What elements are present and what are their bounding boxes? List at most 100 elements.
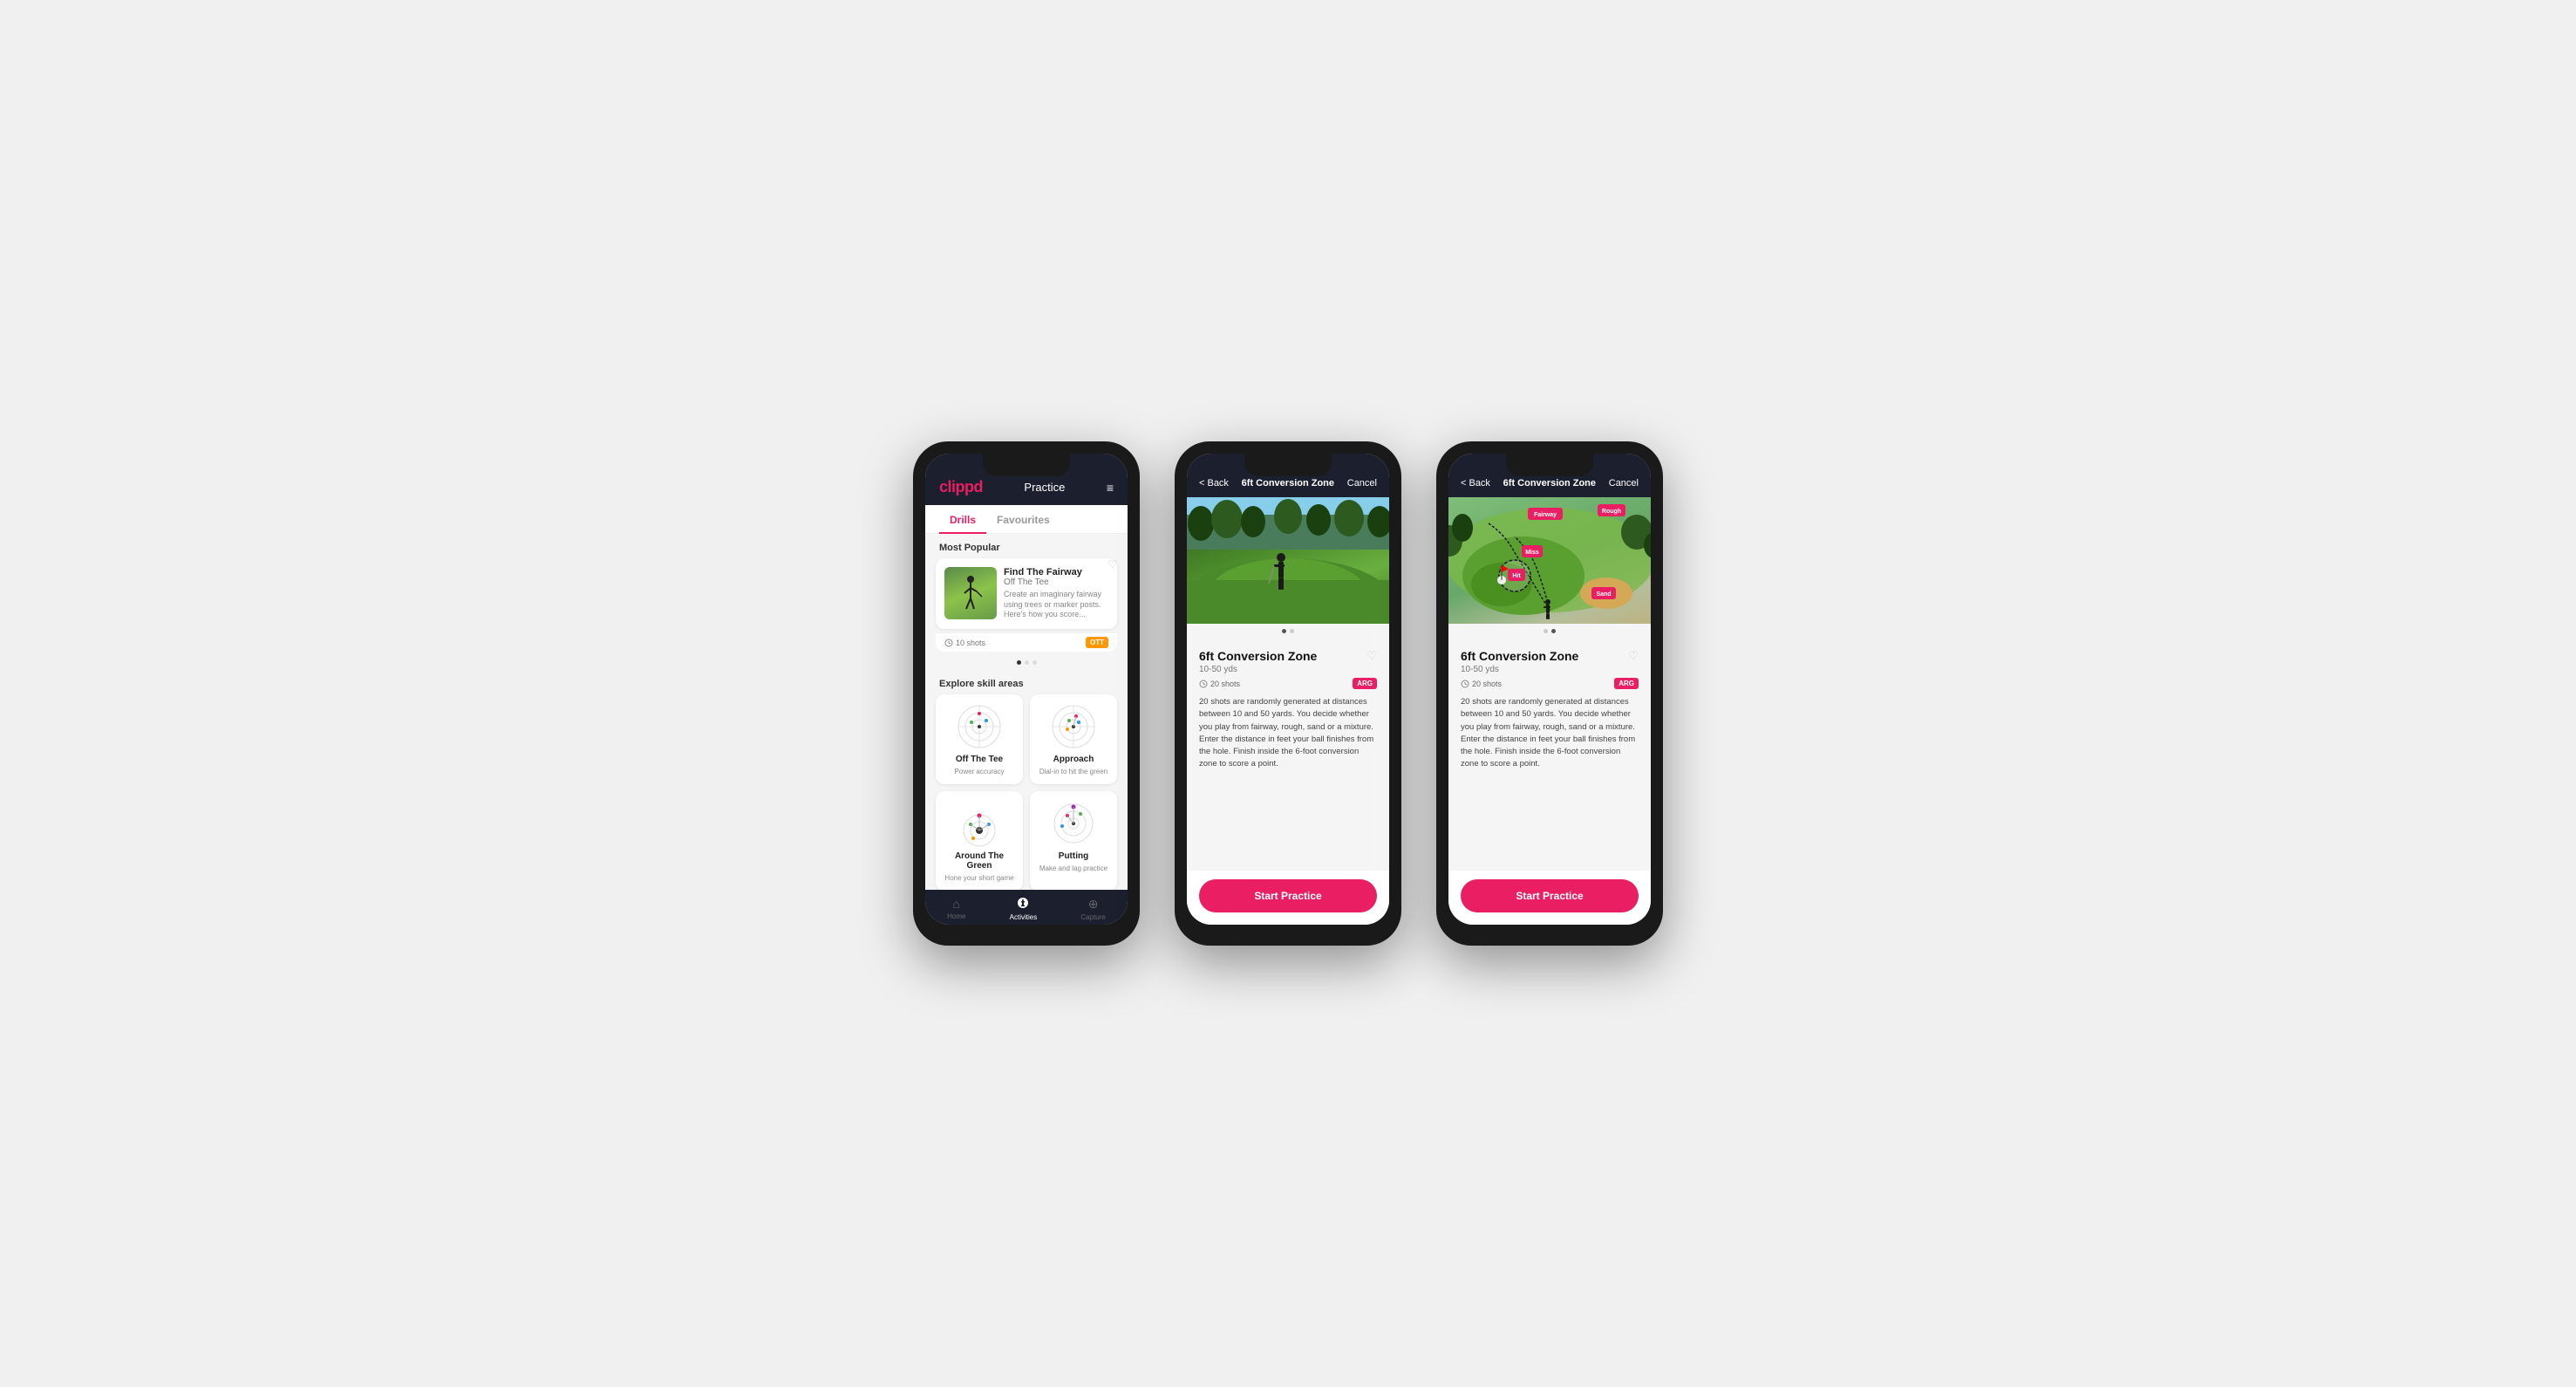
svg-text:Hit: Hit (1512, 573, 1521, 579)
drill-header-title-3: 6ft Conversion Zone (1503, 478, 1596, 489)
home-bar (992, 930, 1061, 933)
skill-approach[interactable]: Approach Dial-in to hit the green (1030, 694, 1117, 784)
home-icon: ⌂ (953, 897, 960, 911)
ott-icon (956, 703, 1004, 751)
start-practice-button[interactable]: Start Practice (1199, 879, 1377, 912)
bottom-nav: ⌂ Home Activities ⊕ Capture (925, 890, 1128, 925)
category-badge: OTT (1086, 637, 1108, 648)
phone-3: < Back 6ft Conversion Zone Cancel (1436, 441, 1663, 946)
title-row-3: 6ft Conversion Zone ♡ (1461, 649, 1639, 663)
shots-info-3: 20 shots (1461, 680, 1502, 688)
carousel-dots-3 (1448, 624, 1651, 639)
atg-icon (956, 800, 1004, 848)
nav-capture-label: Capture (1080, 913, 1105, 921)
home-bar-3 (1515, 930, 1584, 933)
start-practice-button-3[interactable]: Start Practice (1461, 879, 1639, 912)
favourite-icon[interactable]: ♡ (1366, 649, 1377, 663)
title-row: 6ft Conversion Zone ♡ (1199, 649, 1377, 663)
popular-drill-card[interactable]: ♡ Find The Fairway Off The Tee Create an… (936, 558, 1117, 629)
header-title: Practice (1024, 481, 1065, 494)
phone-1: clippd Practice ≡ Drills Favourites Most… (913, 441, 1140, 946)
category-badge: ARG (1353, 678, 1377, 689)
cta-bar-3: Start Practice (1448, 871, 1651, 925)
activities-icon (1017, 897, 1029, 912)
ott-diagram (956, 703, 1004, 751)
drill-range-3: 10-50 yds (1461, 665, 1639, 674)
skill-off-the-tee[interactable]: Off The Tee Power accuracy (936, 694, 1023, 784)
drill-detail-content-3: 6ft Conversion Zone ♡ 10-50 yds 20 shots… (1448, 639, 1651, 871)
nav-home[interactable]: ⌂ Home (947, 897, 965, 921)
skill-around-green[interactable]: Around The Green Hone your short game (936, 791, 1023, 890)
drill-subtitle: Off The Tee (1004, 577, 1108, 587)
putting-diagram (1050, 800, 1098, 848)
skill-approach-desc: Dial-in to hit the green (1039, 768, 1107, 775)
tab-favourites[interactable]: Favourites (986, 505, 1060, 533)
activities-svg (1017, 897, 1029, 909)
tab-bar: Drills Favourites (925, 505, 1128, 534)
drill-thumbnail (944, 567, 997, 619)
menu-icon[interactable]: ≡ (1107, 481, 1114, 495)
skill-grid: Off The Tee Power accuracy (925, 694, 1128, 890)
favourite-icon[interactable]: ♡ (1107, 558, 1117, 571)
cancel-button-3[interactable]: Cancel (1609, 478, 1639, 489)
skill-putting-name: Putting (1059, 851, 1088, 861)
skill-atg-desc: Hone your short game (944, 874, 1013, 882)
golf-map-svg: Fairway Rough Miss Hit Sand (1448, 497, 1651, 624)
putting-icon (1050, 800, 1098, 848)
drill-name-3: 6ft Conversion Zone (1461, 649, 1578, 663)
shots-label: 10 shots (944, 639, 985, 647)
phone-notch (983, 454, 1070, 476)
dot-2 (1290, 629, 1294, 633)
drill-description: 20 shots are randomly generated at dista… (1199, 696, 1377, 771)
drill-hero-photo (1187, 497, 1389, 624)
most-popular-title: Most Popular (925, 534, 1128, 558)
capture-icon: ⊕ (1088, 897, 1099, 912)
skill-approach-name: Approach (1053, 755, 1094, 764)
drill-range: 10-50 yds (1199, 665, 1377, 674)
skill-atg-name: Around The Green (944, 851, 1014, 871)
drill-info: ♡ Find The Fairway Off The Tee Create an… (1004, 567, 1108, 620)
skill-ott-desc: Power accuracy (955, 768, 1005, 775)
nav-activities[interactable]: Activities (1010, 897, 1038, 921)
dot-1 (1017, 660, 1021, 665)
clock-icon (1199, 680, 1208, 688)
skill-putting[interactable]: Putting Make and lag practice (1030, 791, 1117, 890)
favourite-icon-3[interactable]: ♡ (1628, 649, 1639, 663)
tab-drills[interactable]: Drills (939, 505, 986, 533)
skill-putting-desc: Make and lag practice (1039, 864, 1107, 872)
atg-diagram (956, 800, 1004, 848)
clock-icon-3 (1461, 680, 1469, 688)
phone-notch (1244, 454, 1332, 476)
cancel-button[interactable]: Cancel (1347, 478, 1377, 489)
golfer-icon (957, 574, 984, 613)
svg-text:Miss: Miss (1525, 550, 1539, 556)
category-badge-3: ARG (1614, 678, 1639, 689)
dot-3 (1032, 660, 1037, 665)
drill-description: Create an imaginary fairway using trees … (1004, 590, 1108, 620)
skill-ott-name: Off The Tee (956, 755, 1003, 764)
nav-activities-label: Activities (1010, 913, 1038, 921)
back-button[interactable]: < Back (1199, 478, 1229, 489)
svg-text:Rough: Rough (1602, 509, 1621, 515)
card-footer: 10 shots OTT (936, 632, 1117, 652)
carousel-dots (1187, 624, 1389, 639)
clock-icon (944, 639, 953, 647)
app-logo: clippd (939, 478, 983, 496)
nav-capture[interactable]: ⊕ Capture (1080, 897, 1105, 921)
shots-info: 20 shots (1199, 680, 1240, 688)
drill-title: Find The Fairway (1004, 567, 1108, 577)
drill-meta: 20 shots ARG (1199, 678, 1377, 689)
back-button-3[interactable]: < Back (1461, 478, 1490, 489)
drill-hero-map: Fairway Rough Miss Hit Sand (1448, 497, 1651, 624)
svg-text:Sand: Sand (1596, 591, 1611, 598)
phone-2: < Back 6ft Conversion Zone Cancel (1175, 441, 1401, 946)
explore-title: Explore skill areas (925, 670, 1128, 694)
cta-bar: Start Practice (1187, 871, 1389, 925)
dot-1 (1544, 629, 1548, 633)
dot-2 (1025, 660, 1029, 665)
nav-home-label: Home (947, 912, 965, 920)
drill-header-title: 6ft Conversion Zone (1242, 478, 1334, 489)
svg-text:Fairway: Fairway (1534, 512, 1557, 518)
golf-scene-svg (1187, 497, 1389, 624)
drill-name: 6ft Conversion Zone (1199, 649, 1317, 663)
